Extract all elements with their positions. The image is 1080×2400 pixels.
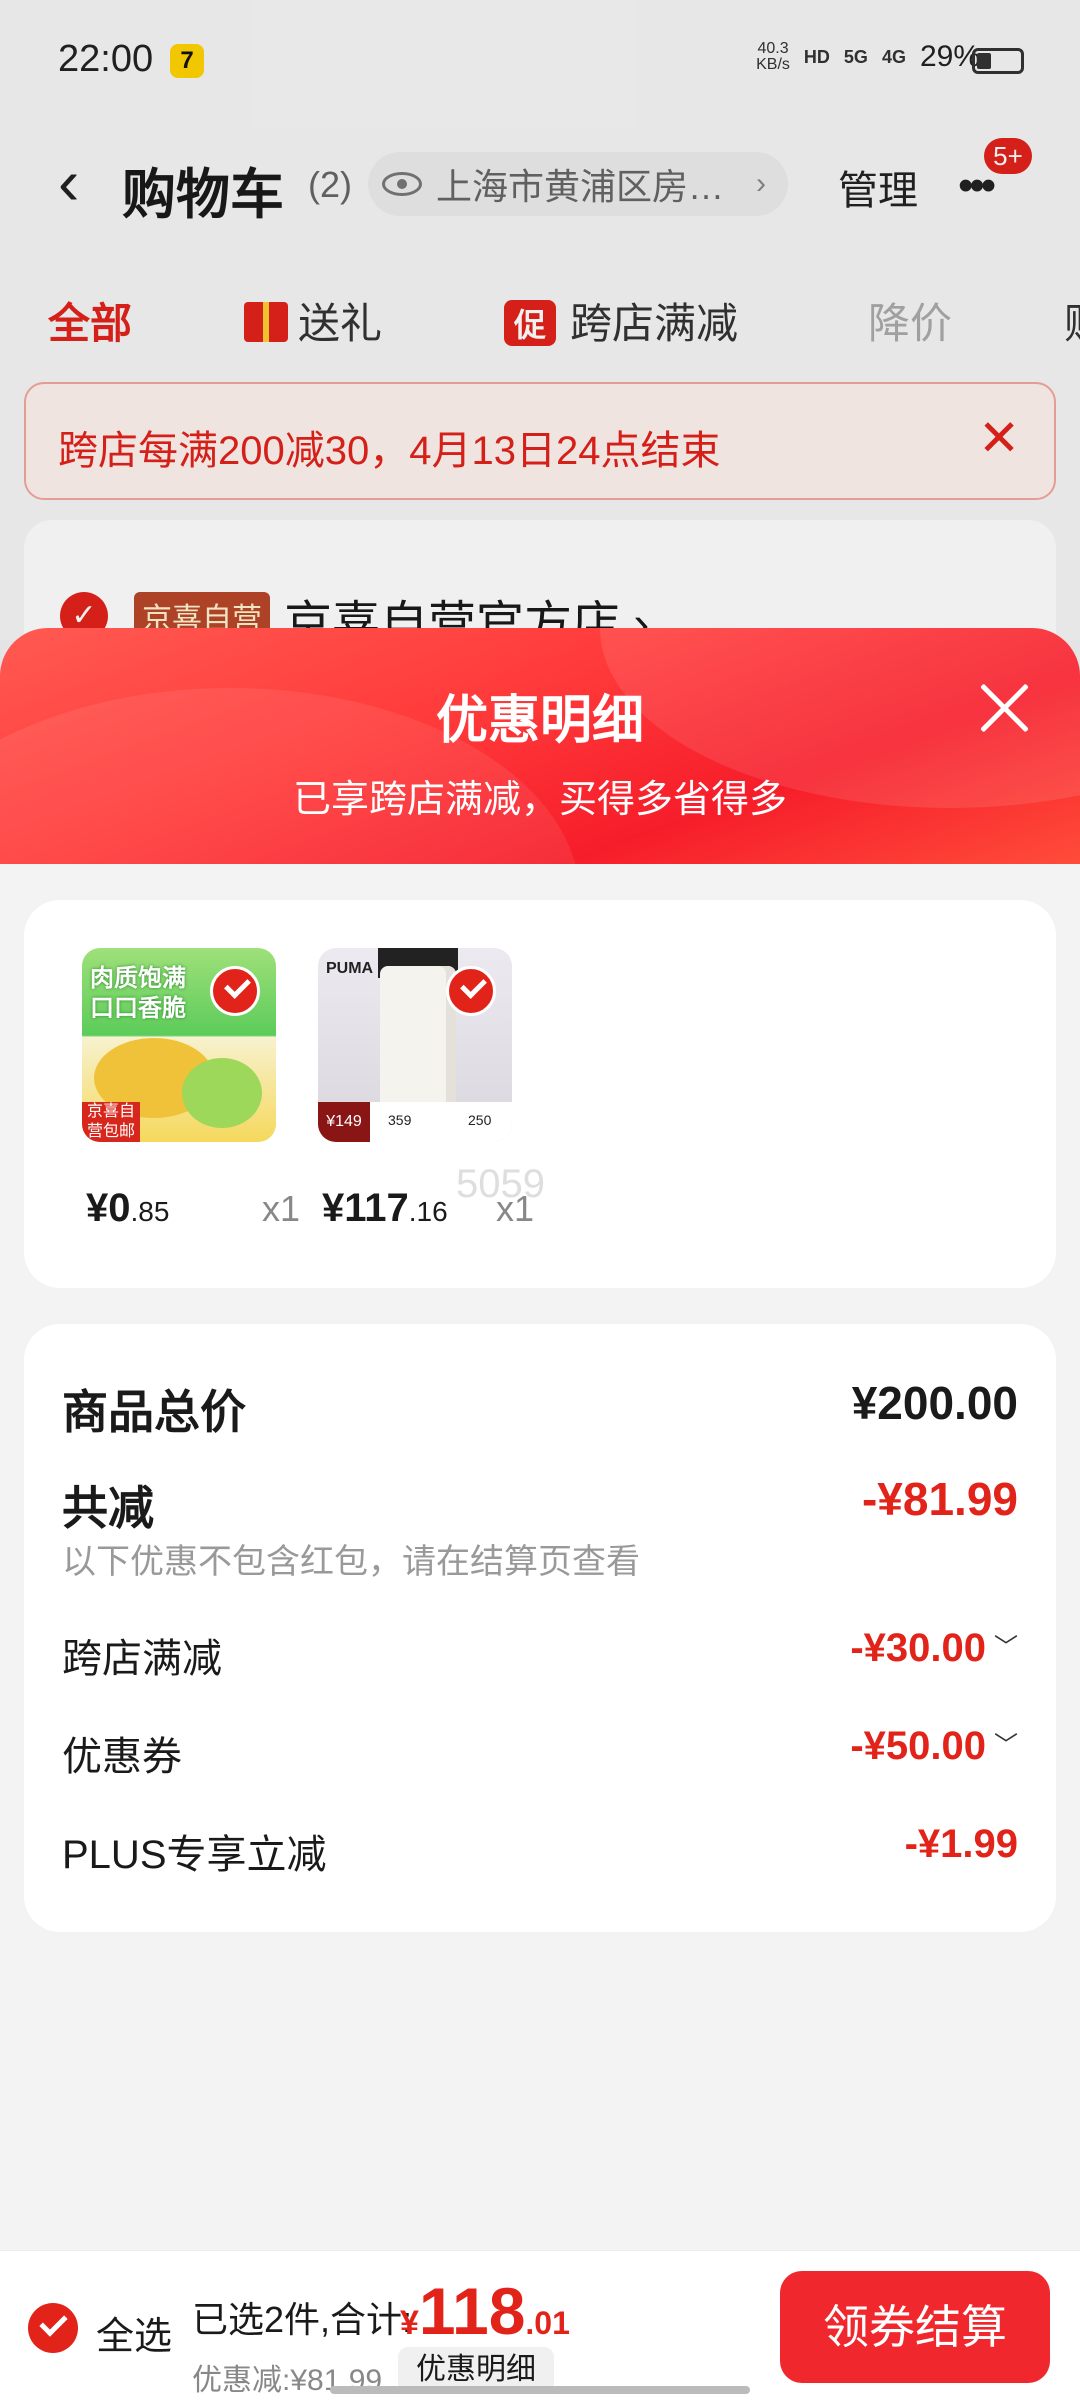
selected-summary: 已选2件,合计: bbox=[192, 2299, 413, 2340]
discount-line-label: PLUS专享立减 bbox=[62, 1833, 327, 1877]
item-selected-check-icon bbox=[446, 966, 496, 1016]
home-indicator[interactable] bbox=[330, 2386, 750, 2394]
item-price: ¥0.85 bbox=[86, 1186, 169, 1231]
reduction-label: 共减 bbox=[62, 1482, 154, 1534]
summary-row-total: 商品总价 ¥200.00 bbox=[62, 1376, 1018, 1438]
total-label: 商品总价 bbox=[62, 1386, 246, 1438]
item-price-int: ¥0 bbox=[86, 1186, 131, 1230]
discount-line-value: -¥30.00 ﹀ bbox=[850, 1626, 1018, 1671]
product-image-price: 250 bbox=[468, 1112, 492, 1128]
total-dec: .01 bbox=[525, 2305, 570, 2341]
product-image-price: ¥149 bbox=[318, 1102, 370, 1142]
discount-line-value: -¥50.00 ﹀ bbox=[850, 1724, 1018, 1769]
sheet-title: 优惠明细 bbox=[435, 692, 644, 750]
total-currency: ¥ bbox=[400, 2304, 419, 2342]
sheet-subtitle: 已享跨店满减，买得多省得多 bbox=[292, 779, 787, 821]
product-image-price-bar: ¥149 359 250 bbox=[318, 1102, 512, 1142]
selected-items-card: 肉质饱满 口口香脆 京喜自营包邮 ¥0.85 x1 PUMA ¥149 359 … bbox=[24, 900, 1056, 1288]
checkout-button[interactable]: 领券结算 bbox=[780, 2271, 1050, 2383]
product-image-text: 口口香脆 bbox=[90, 995, 186, 1022]
discount-line-label: 跨店满减 bbox=[62, 1637, 222, 1681]
checkout-bar: 全选 已选2件,合计: ¥118.01 优惠减:¥81.99 优惠明细 领券结算 bbox=[0, 2250, 1080, 2400]
item-quantity: x1 bbox=[262, 1188, 301, 1229]
reduction-note: 以下优惠不包含红包，请在结算页查看 bbox=[62, 1543, 640, 1581]
discount-line-amount: -¥50.00 bbox=[850, 1724, 986, 1768]
product-image-brand: PUMA bbox=[326, 960, 374, 977]
close-icon[interactable] bbox=[972, 676, 1036, 740]
discount-line-amount: -¥30.00 bbox=[850, 1626, 986, 1670]
total-value: ¥200.00 bbox=[851, 1377, 1018, 1429]
item-price-dec: .85 bbox=[130, 1196, 170, 1227]
product-image-tag: 京喜自营包邮 bbox=[82, 1102, 140, 1142]
summary-row-reduction: 共减 -¥81.99 以下优惠不包含红包，请在结算页查看 bbox=[62, 1472, 1018, 1582]
modal-backdrop[interactable] bbox=[0, 0, 1080, 680]
item-price-int: ¥117 bbox=[322, 1186, 409, 1230]
item-price: ¥117.16 bbox=[322, 1186, 448, 1231]
select-all-label[interactable]: 全选 bbox=[96, 2305, 172, 2360]
discount-sheet-header: 优惠明细 已享跨店满减，买得多省得多 bbox=[0, 628, 1080, 864]
item-selected-check-icon bbox=[210, 966, 260, 1016]
product-image-graphic bbox=[182, 1058, 262, 1128]
discount-line-value: -¥1.99 bbox=[904, 1822, 1018, 1866]
item-price-dec: .16 bbox=[408, 1196, 448, 1227]
total-int: 118 bbox=[418, 2274, 526, 2348]
watermark: 5059 bbox=[456, 1162, 545, 1206]
chevron-down-icon: ﹀ bbox=[994, 1634, 1018, 1661]
price-summary-card: 商品总价 ¥200.00 共减 -¥81.99 以下优惠不包含红包，请在结算页查… bbox=[24, 1324, 1056, 1932]
reduction-value: -¥81.99 bbox=[861, 1473, 1018, 1525]
chevron-down-icon: ﹀ bbox=[994, 1732, 1018, 1759]
discount-line-label: 优惠券 bbox=[62, 1735, 182, 1779]
total-amount: ¥118.01 bbox=[400, 2273, 570, 2349]
product-image-price: 359 bbox=[388, 1112, 412, 1128]
select-all-checkbox[interactable] bbox=[28, 2303, 78, 2353]
product-image-graphic bbox=[380, 966, 456, 1116]
discount-sheet-body: 肉质饱满 口口香脆 京喜自营包邮 ¥0.85 x1 PUMA ¥149 359 … bbox=[0, 864, 1080, 2250]
